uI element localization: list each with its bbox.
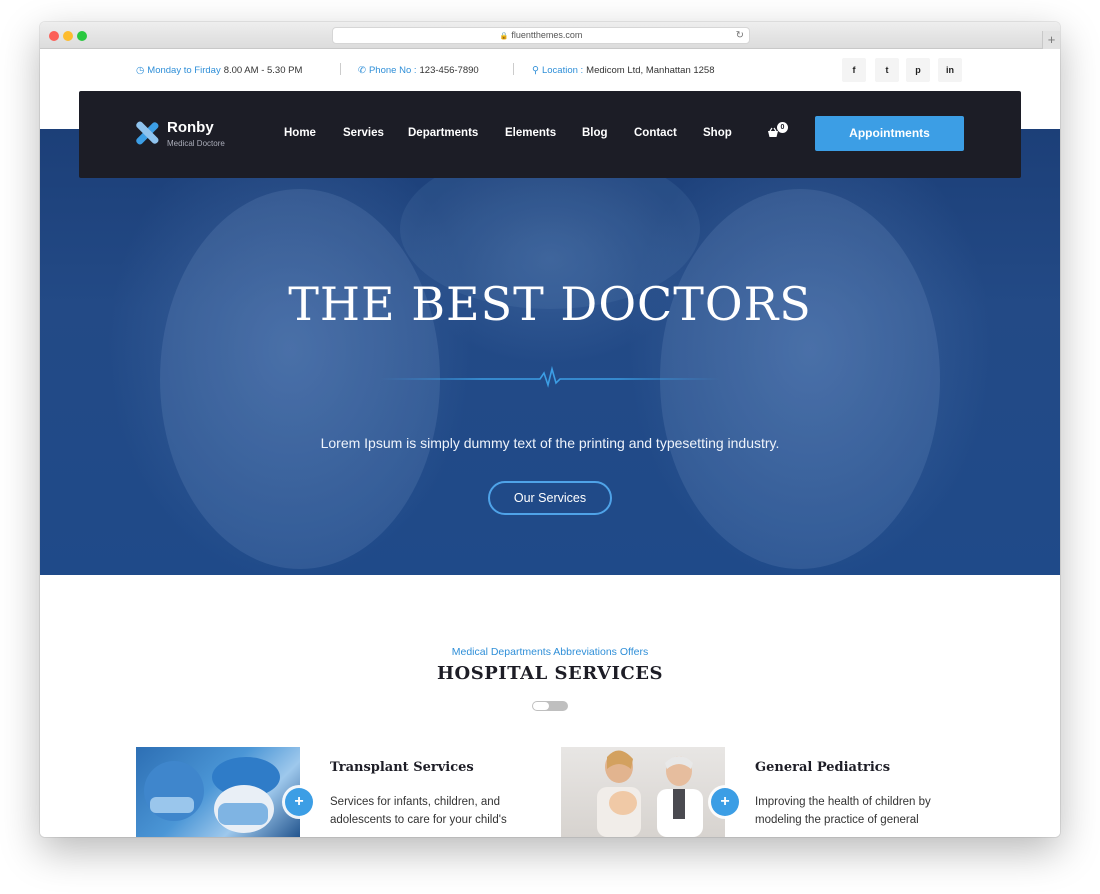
- location-value: Medicom Ltd, Manhattan 1258: [586, 65, 715, 76]
- nav-item-contact[interactable]: Contact: [634, 127, 677, 139]
- browser-window: 🔒 fluentthemes.com ↻ + ◷ Monday to Firday 8…: [40, 22, 1060, 837]
- maximize-window-button[interactable]: [77, 31, 87, 41]
- clock-icon: ◷: [136, 65, 145, 76]
- appointments-button[interactable]: Appointments: [815, 116, 964, 151]
- location-pin-icon: ⚲: [532, 65, 539, 76]
- logo-tagline: Medical Doctore: [167, 139, 225, 148]
- main-navbar: Ronby Medical Doctore Home Servies Depar…: [79, 91, 1021, 178]
- card-text-transplant: Services for infants, children, and adol…: [330, 796, 507, 826]
- logo-name[interactable]: Ronby: [167, 119, 214, 136]
- expand-plus-button[interactable]: +: [285, 788, 313, 816]
- browser-titlebar: 🔒 fluentthemes.com ↻ +: [40, 22, 1060, 49]
- heartbeat-divider-icon: [380, 365, 720, 388]
- nav-item-elements[interactable]: Elements: [505, 127, 556, 139]
- top-info-bar: ◷ Monday to Firday 8.00 AM - 5.30 PM ✆ Phon…: [40, 49, 1060, 91]
- section-divider-toggle: [532, 701, 568, 711]
- cart-count-badge: 0: [777, 122, 788, 133]
- card-title-transplant[interactable]: Transplant Services: [330, 760, 474, 775]
- card-text-pediatrics: Improving the health of children by mode…: [755, 796, 931, 826]
- nav-item-shop[interactable]: Shop: [703, 127, 732, 139]
- reload-icon[interactable]: ↻: [736, 28, 744, 43]
- hero-title: THE BEST DOCTORS: [288, 277, 812, 331]
- card-title-pediatrics[interactable]: General Pediatrics: [755, 760, 890, 775]
- transplant-services-image[interactable]: [136, 747, 300, 837]
- hours-label: Monday to Firday: [147, 65, 221, 76]
- hero-banner: THE BEST DOCTORS Lorem Ipsum is simply d…: [40, 129, 1060, 575]
- twitter-icon[interactable]: t: [875, 58, 899, 82]
- nav-item-blog[interactable]: Blog: [582, 127, 608, 139]
- general-pediatrics-image[interactable]: [561, 747, 725, 837]
- location-label: Location :: [541, 65, 584, 76]
- opening-hours: ◷ Monday to Firday 8.00 AM - 5.30 PM: [136, 65, 302, 76]
- new-tab-button[interactable]: +: [1042, 31, 1060, 49]
- url-text: fluentthemes.com: [511, 30, 583, 40]
- divider: [340, 63, 341, 75]
- nav-item-home[interactable]: Home: [284, 127, 316, 139]
- our-services-button[interactable]: Our Services: [488, 481, 612, 515]
- location-info: ⚲ Location : Medicom Ltd, Manhattan 1258: [532, 65, 715, 76]
- minimize-window-button[interactable]: [63, 31, 73, 41]
- surgeon-photo: [144, 757, 280, 833]
- expand-plus-button[interactable]: +: [711, 788, 739, 816]
- address-bar[interactable]: 🔒 fluentthemes.com ↻: [332, 27, 750, 44]
- services-eyebrow: Medical Departments Abbreviations Offers: [451, 646, 649, 658]
- facebook-icon[interactable]: f: [842, 58, 866, 82]
- nav-item-departments[interactable]: Departments: [408, 127, 478, 139]
- linkedin-icon[interactable]: in: [938, 58, 962, 82]
- lock-icon: 🔒: [499, 33, 509, 40]
- pinterest-icon[interactable]: p: [906, 58, 930, 82]
- nav-item-services[interactable]: Servies: [343, 127, 384, 139]
- phone-label: Phone No :: [368, 65, 417, 76]
- logo-cross-icon[interactable]: [135, 121, 159, 145]
- divider: [513, 63, 514, 75]
- hours-value: 8.00 AM - 5.30 PM: [223, 65, 303, 76]
- close-window-button[interactable]: [49, 31, 59, 41]
- hero-subtitle: Lorem Ipsum is simply dummy text of the …: [320, 435, 780, 451]
- services-title: HOSPITAL SERVICES: [437, 663, 663, 684]
- pediatrician-photo: [597, 750, 703, 837]
- phone-icon: ✆: [358, 65, 366, 76]
- phone-value[interactable]: 123-456-7890: [420, 65, 479, 76]
- phone-info: ✆ Phone No :123-456-7890: [358, 65, 479, 76]
- page-viewport: ◷ Monday to Firday 8.00 AM - 5.30 PM ✆ Phon…: [40, 49, 1060, 837]
